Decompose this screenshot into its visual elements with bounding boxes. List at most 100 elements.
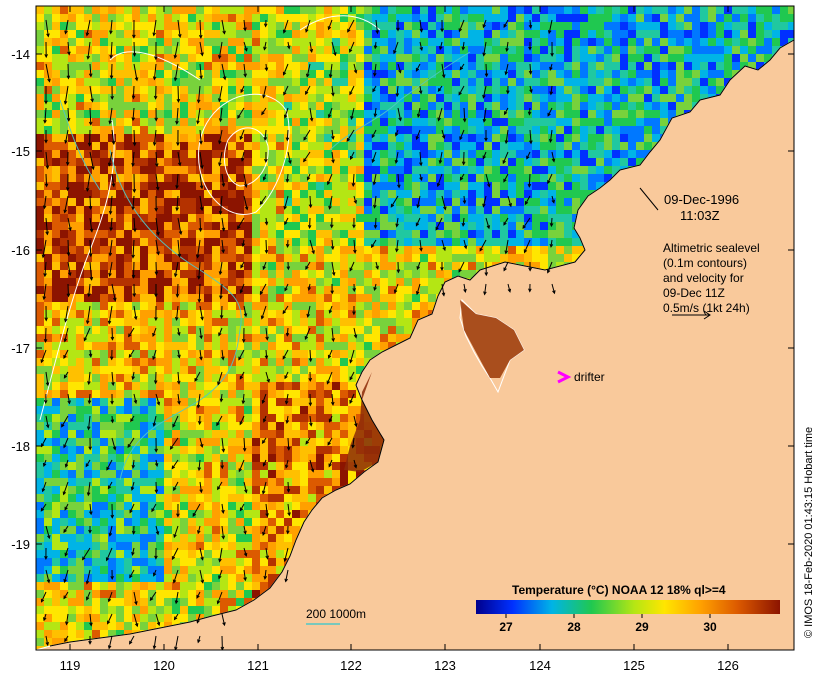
sst-pixel (164, 70, 172, 78)
sst-pixel (468, 262, 476, 270)
sst-pixel (308, 254, 316, 262)
sst-pixel (340, 334, 348, 342)
sst-pixel (388, 278, 396, 286)
sst-pixel (620, 126, 628, 134)
sst-pixel (572, 38, 580, 46)
sst-pixel (92, 22, 100, 30)
sst-pixel (396, 270, 404, 278)
sst-pixel (76, 62, 84, 70)
sst-pixel (548, 230, 556, 238)
sst-pixel (76, 30, 84, 38)
sst-pixel (212, 86, 220, 94)
sst-pixel (204, 222, 212, 230)
sst-pixel (260, 150, 268, 158)
sst-pixel (676, 94, 684, 102)
sst-pixel (300, 414, 308, 422)
sst-pixel (156, 110, 164, 118)
sst-pixel (164, 86, 172, 94)
sst-pixel (116, 22, 124, 30)
sst-pixel (628, 86, 636, 94)
sst-pixel (44, 142, 52, 150)
sst-pixel (116, 382, 124, 390)
sst-pixel (740, 30, 748, 38)
sst-pixel (228, 246, 236, 254)
sst-pixel (508, 158, 516, 166)
sst-pixel (268, 54, 276, 62)
sst-pixel (356, 198, 364, 206)
sst-pixel (444, 70, 452, 78)
sst-pixel (164, 406, 172, 414)
sst-pixel (252, 78, 260, 86)
sst-pixel (612, 126, 620, 134)
sst-pixel (164, 134, 172, 142)
sst-pixel (300, 246, 308, 254)
sst-pixel (244, 78, 252, 86)
sst-pixel (148, 118, 156, 126)
sst-pixel (460, 254, 468, 262)
sst-pixel (532, 38, 540, 46)
sst-pixel (540, 94, 548, 102)
sst-pixel (700, 46, 708, 54)
sst-pixel (660, 118, 668, 126)
sst-pixel (220, 174, 228, 182)
sst-pixel (228, 62, 236, 70)
sst-pixel (556, 22, 564, 30)
sst-pixel (428, 174, 436, 182)
sst-pixel (516, 126, 524, 134)
sst-pixel (636, 22, 644, 30)
sst-pixel (700, 78, 708, 86)
sst-pixel (268, 78, 276, 86)
sst-pixel (92, 382, 100, 390)
sst-pixel (316, 166, 324, 174)
sst-pixel (516, 142, 524, 150)
sst-pixel (388, 134, 396, 142)
sst-pixel (412, 102, 420, 110)
sst-pixel (100, 54, 108, 62)
sst-pixel (300, 174, 308, 182)
sst-pixel (364, 134, 372, 142)
sst-pixel (388, 326, 396, 334)
sst-pixel (108, 78, 116, 86)
sst-pixel (76, 358, 84, 366)
sst-pixel (604, 22, 612, 30)
sst-pixel (404, 230, 412, 238)
sst-pixel (108, 422, 116, 430)
sst-pixel (532, 230, 540, 238)
sst-pixel (268, 390, 276, 398)
sst-pixel (260, 254, 268, 262)
sst-pixel (636, 126, 644, 134)
sst-pixel (348, 342, 356, 350)
sst-pixel (188, 326, 196, 334)
sst-pixel (492, 22, 500, 30)
sst-pixel (148, 110, 156, 118)
sst-pixel (412, 46, 420, 54)
sst-pixel (396, 230, 404, 238)
sst-pixel (524, 54, 532, 62)
sst-pixel (76, 294, 84, 302)
sst-pixel (156, 286, 164, 294)
sst-pixel (372, 326, 380, 334)
sst-pixel (300, 326, 308, 334)
sst-pixel (540, 174, 548, 182)
sst-pixel (212, 350, 220, 358)
sst-pixel (292, 238, 300, 246)
sst-pixel (164, 422, 172, 430)
sst-pixel (268, 38, 276, 46)
sst-pixel (420, 286, 428, 294)
sst-pixel (52, 398, 60, 406)
sst-pixel (612, 86, 620, 94)
sst-pixel (628, 70, 636, 78)
sst-pixel (204, 406, 212, 414)
sst-pixel (532, 222, 540, 230)
sst-pixel (276, 342, 284, 350)
sst-pixel (92, 262, 100, 270)
sst-pixel (268, 230, 276, 238)
sst-pixel (556, 70, 564, 78)
sst-pixel (132, 230, 140, 238)
sst-pixel (36, 158, 44, 166)
sst-pixel (580, 166, 588, 174)
sst-pixel (188, 174, 196, 182)
sst-pixel (204, 126, 212, 134)
sst-pixel (292, 22, 300, 30)
sst-pixel (404, 166, 412, 174)
